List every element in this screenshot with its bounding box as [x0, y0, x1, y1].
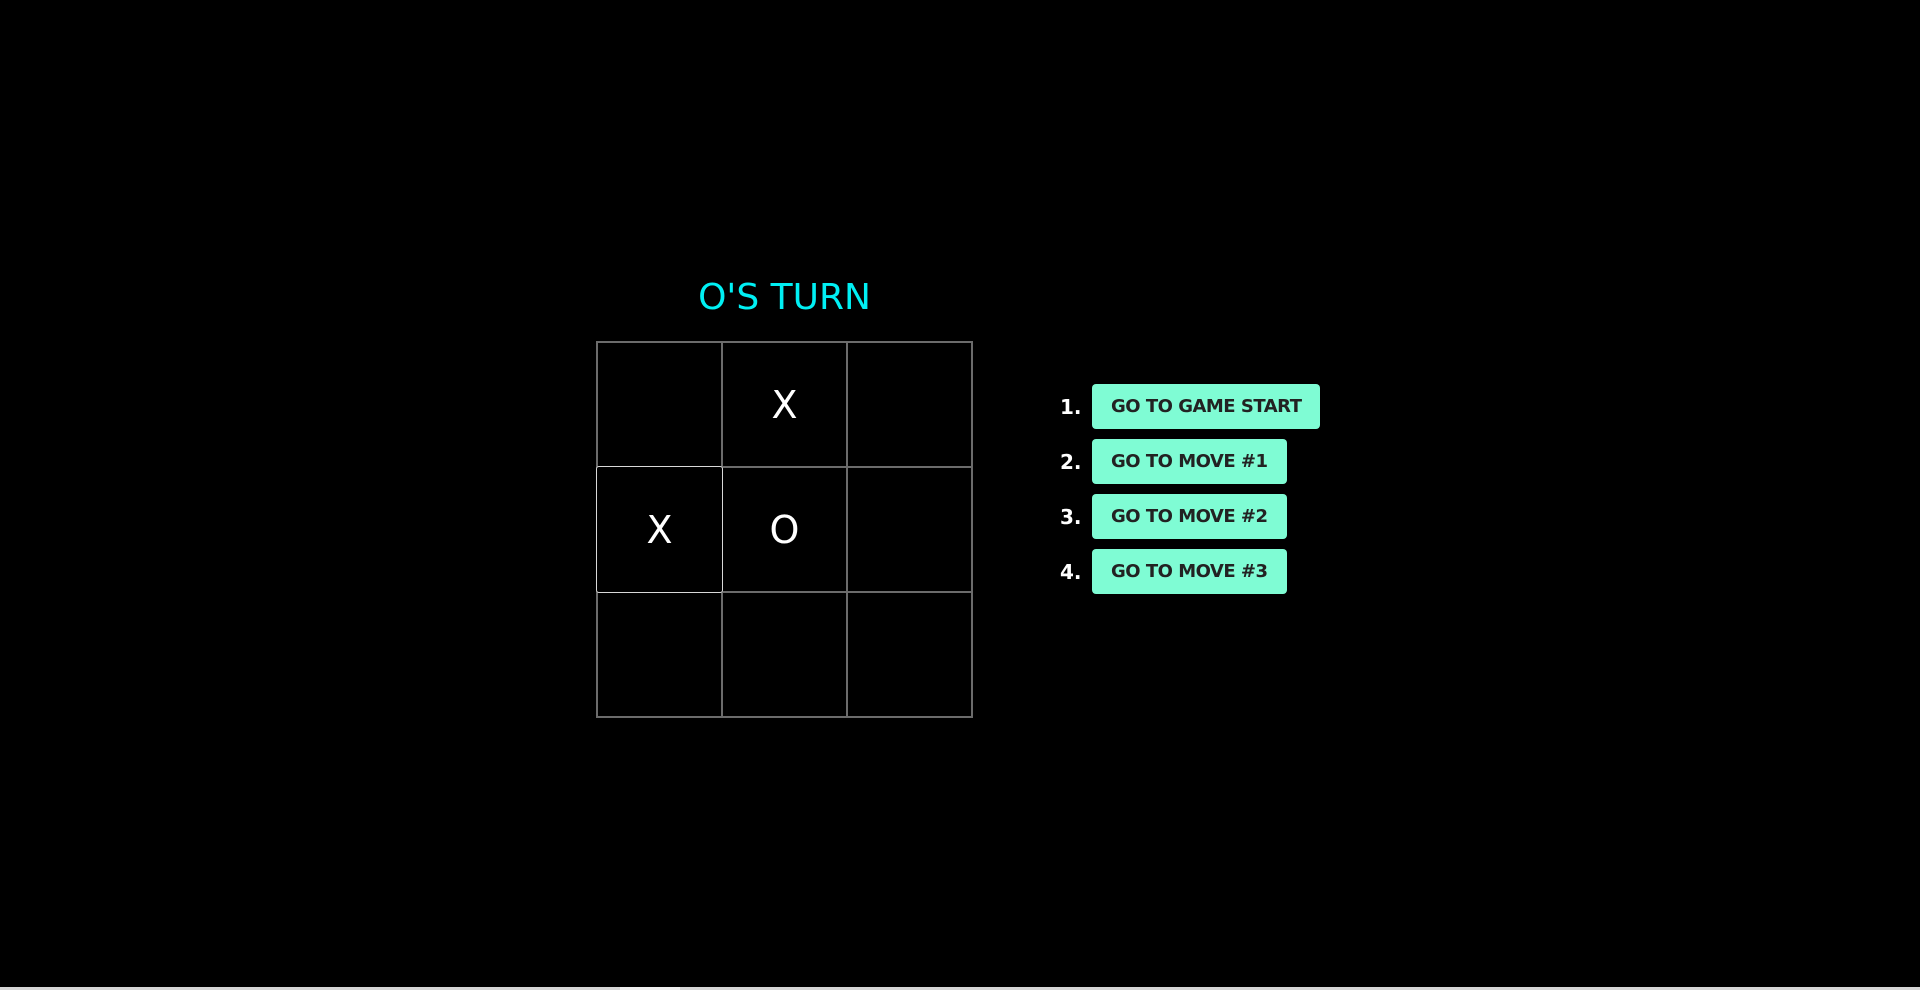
history-item: 1. GO TO GAME START	[1060, 384, 1321, 429]
board-square-7[interactable]	[721, 591, 848, 718]
history-item-number: 4.	[1060, 559, 1082, 584]
board-square-3[interactable]: X	[596, 466, 723, 593]
history-item: 3. GO TO MOVE #2	[1060, 494, 1320, 539]
turn-status: O'S TURN	[698, 277, 871, 318]
board-square-2[interactable]	[846, 341, 973, 468]
board-square-6[interactable]	[596, 591, 723, 718]
go-to-move-3-button[interactable]: GO TO MOVE #3	[1092, 549, 1287, 594]
board-square-1[interactable]: X	[721, 341, 848, 468]
game-board: X X O	[596, 341, 973, 718]
go-to-move-1-button[interactable]: GO TO MOVE #1	[1092, 439, 1287, 484]
history-item-number: 3.	[1060, 504, 1082, 529]
board-square-4[interactable]: O	[721, 466, 848, 593]
history-item: 2. GO TO MOVE #1	[1060, 439, 1320, 484]
history-item: 4. GO TO MOVE #3	[1060, 549, 1320, 594]
board-square-0[interactable]	[596, 341, 723, 468]
board-square-8[interactable]	[846, 591, 973, 718]
go-to-move-2-button[interactable]: GO TO MOVE #2	[1092, 494, 1287, 539]
history-item-number: 1.	[1060, 394, 1082, 419]
history-item-number: 2.	[1060, 449, 1082, 474]
go-to-game-start-button[interactable]: GO TO GAME START	[1092, 384, 1321, 429]
move-history-list: 1. GO TO GAME START 2. GO TO MOVE #1 3. …	[1060, 384, 1321, 604]
board-square-5[interactable]	[846, 466, 973, 593]
game-page: O'S TURN X X O 1. GO TO GAME START 2. GO…	[0, 0, 1920, 990]
